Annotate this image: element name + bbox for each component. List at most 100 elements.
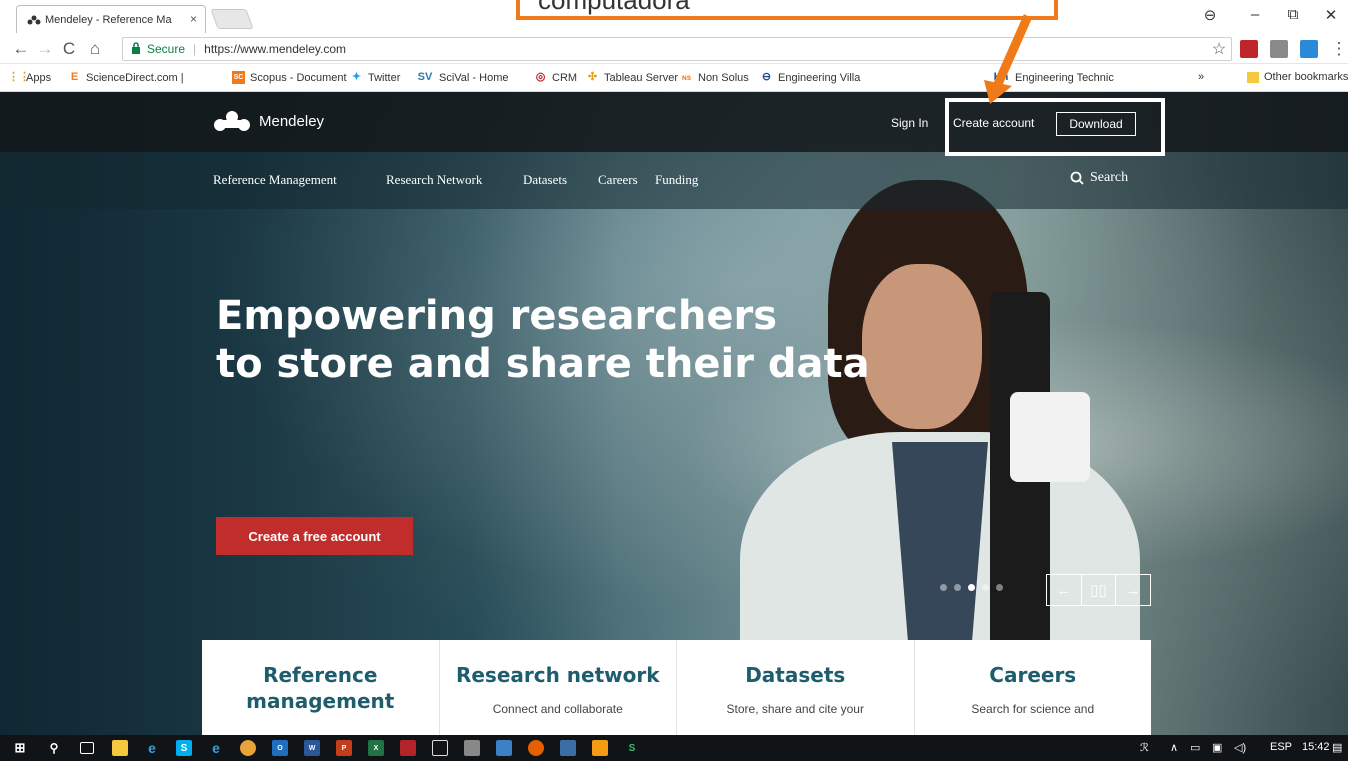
create-free-account-button[interactable]: Create a free account — [216, 517, 413, 555]
bookmark-label: Engineering Villa — [778, 71, 861, 84]
lock-icon — [131, 41, 141, 57]
nav-reference-management[interactable]: Reference Management — [213, 172, 337, 188]
card-reference-management[interactable]: Reference management — [202, 640, 440, 735]
card-datasets[interactable]: Datasets Store, share and cite your — [677, 640, 915, 735]
extension-icon[interactable] — [1270, 40, 1288, 58]
card-title: Careers — [989, 663, 1077, 687]
url-text: https://www.mendeley.com — [204, 42, 346, 56]
bookmark-scival[interactable]: SV SciVal - Home — [416, 71, 509, 84]
hero-image-microscope-body — [1010, 392, 1090, 482]
maximize-button[interactable]: ⧉ — [1278, 6, 1308, 23]
excel-icon[interactable]: X — [368, 740, 384, 756]
engineering-village-icon: ⊖ — [761, 71, 772, 83]
home-button[interactable]: ⌂ — [84, 39, 106, 59]
nav-careers[interactable]: Careers — [598, 172, 638, 188]
nonsolus-icon: ɴs — [681, 73, 692, 82]
nav-funding[interactable]: Funding — [655, 172, 698, 188]
windows-start-icon[interactable]: ⊞ — [12, 740, 28, 756]
account-icon[interactable]: ⊖ — [1195, 6, 1225, 24]
bookmark-label: SciVal - Home — [439, 71, 509, 84]
hero-line-1: Empowering researchers — [216, 293, 778, 339]
network-icon[interactable]: ▣ — [1212, 741, 1222, 754]
reload-button[interactable]: C — [58, 39, 80, 59]
carousel-dot[interactable] — [996, 584, 1003, 591]
skype-icon[interactable]: S — [176, 740, 192, 756]
card-title: Datasets — [745, 663, 846, 687]
scival-icon: SV — [417, 71, 433, 83]
bookmark-label: Tableau Server — [604, 71, 678, 84]
carousel-dot[interactable] — [954, 584, 961, 591]
word-icon[interactable]: W — [304, 740, 320, 756]
notifications-icon[interactable]: ▤ — [1332, 741, 1342, 754]
carousel-dot-active[interactable] — [968, 584, 975, 591]
forward-button[interactable]: → — [34, 39, 56, 59]
bookmark-star-icon[interactable]: ☆ — [1208, 39, 1230, 59]
bookmark-scopus[interactable]: SC Scopus - Document — [232, 71, 347, 84]
card-research-network[interactable]: Research network Connect and collaborate — [440, 640, 677, 735]
calculator-icon[interactable] — [464, 740, 480, 756]
annotation-highlight-box — [945, 98, 1165, 156]
feature-cards: Reference management Research network Co… — [202, 640, 1151, 735]
language-indicator[interactable]: ESP — [1270, 741, 1292, 753]
browser-tab[interactable]: Mendeley - Reference Ma × — [16, 5, 206, 33]
app-icon[interactable] — [496, 740, 512, 756]
volume-icon[interactable]: ◁) — [1234, 741, 1246, 754]
carousel-pause-button[interactable]: ▯▯ — [1082, 575, 1117, 605]
sign-in-link[interactable]: Sign In — [891, 116, 928, 130]
file-explorer-icon[interactable] — [112, 740, 128, 756]
app-icon[interactable] — [592, 740, 608, 756]
carousel-controls: ← ▯▯ → — [1046, 574, 1151, 606]
new-tab-button[interactable] — [210, 9, 254, 29]
bookmark-apps[interactable]: ⋮⋮ Apps — [8, 71, 51, 84]
mendeley-logo[interactable]: Mendeley — [213, 110, 324, 132]
url-input[interactable]: Secure | https://www.mendeley.com — [122, 37, 1232, 61]
bookmark-other[interactable]: Other bookmarks — [1247, 71, 1348, 83]
bookmark-engineering-village[interactable]: ⊖ Engineering Villa — [760, 71, 860, 84]
twitter-icon: ✦ — [351, 71, 362, 83]
search-taskbar-icon[interactable]: ⚲ — [46, 740, 62, 756]
internet-explorer-icon[interactable]: e — [144, 740, 160, 756]
carousel-dot[interactable] — [940, 584, 947, 591]
nav-research-network[interactable]: Research Network — [386, 172, 482, 188]
carousel-dot[interactable] — [982, 584, 989, 591]
app-icon[interactable]: S — [624, 740, 640, 756]
tab-close-icon[interactable]: × — [190, 12, 197, 26]
mendeley-desktop-icon[interactable] — [400, 740, 416, 756]
card-title: Reference management — [246, 663, 395, 713]
bookmark-label: Non Solus — [698, 71, 749, 84]
task-view-icon[interactable] — [80, 742, 94, 754]
calendar-icon[interactable] — [432, 740, 448, 756]
mendeley-extension-icon[interactable] — [1240, 40, 1258, 58]
search-button[interactable]: Search — [1070, 170, 1128, 186]
app-icon[interactable] — [560, 740, 576, 756]
back-button[interactable]: ← — [10, 39, 32, 59]
powerpoint-icon[interactable]: P — [336, 740, 352, 756]
people-icon[interactable]: ℛ — [1140, 741, 1149, 754]
bookmark-nonsolus[interactable]: ɴs Non Solus — [680, 71, 749, 84]
firefox-icon[interactable] — [528, 740, 544, 756]
carousel-next-button[interactable]: → — [1116, 575, 1150, 605]
outlook-icon[interactable]: O — [272, 740, 288, 756]
bookmark-twitter[interactable]: ✦ Twitter — [350, 71, 401, 84]
carousel-prev-button[interactable]: ← — [1047, 575, 1082, 605]
bookmarks-overflow-button[interactable]: » — [1198, 71, 1204, 83]
scopus-icon: SC — [232, 71, 245, 84]
nav-datasets[interactable]: Datasets — [523, 172, 567, 188]
mendeley-logo-icon — [214, 111, 250, 131]
windows-extension-icon[interactable] — [1300, 40, 1318, 58]
bookmark-label: ScienceDirect.com | — [86, 71, 184, 84]
card-careers[interactable]: Careers Search for science and — [915, 640, 1152, 735]
bookmark-crm[interactable]: ◎ CRM — [534, 71, 577, 84]
minimize-button[interactable]: – — [1240, 6, 1270, 23]
tray-expand-icon[interactable]: ∧ — [1170, 741, 1178, 754]
bookmark-tableau[interactable]: ✣ Tableau Server — [586, 71, 678, 84]
battery-icon[interactable]: ▭ — [1190, 741, 1200, 754]
close-window-button[interactable]: ✕ — [1316, 6, 1346, 24]
windows-taskbar: ⊞ ⚲ e S e O W P X S ℛ ∧ ▭ ▣ ◁) ESP 15:42… — [0, 735, 1348, 761]
card-description: Connect and collaborate — [492, 702, 623, 716]
edge-icon[interactable]: e — [208, 740, 224, 756]
clock[interactable]: 15:42 — [1302, 741, 1330, 753]
chrome-icon[interactable] — [240, 740, 256, 756]
bookmark-sciencedirect[interactable]: E ScienceDirect.com | — [68, 71, 184, 84]
browser-menu-icon[interactable]: ⋮ — [1328, 39, 1348, 59]
